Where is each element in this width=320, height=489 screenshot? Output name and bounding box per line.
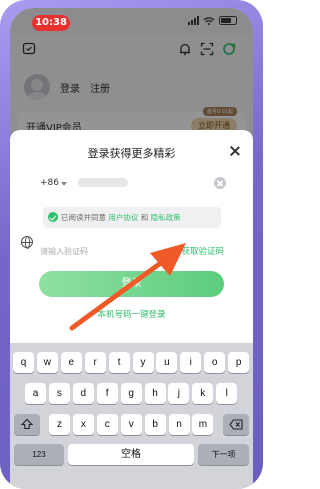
- clear-input-icon[interactable]: [214, 177, 226, 189]
- key-b[interactable]: b: [144, 414, 166, 435]
- next-key[interactable]: 下一项: [198, 444, 249, 465]
- agreement-notice: 已阅读并同意 用户协议 和 隐私政策: [43, 207, 221, 228]
- country-code-select[interactable]: +86: [40, 178, 59, 188]
- status-time: 10:38: [32, 15, 70, 31]
- key-n[interactable]: n: [168, 414, 190, 435]
- key-u[interactable]: u: [156, 352, 178, 373]
- key-j[interactable]: j: [168, 383, 190, 404]
- key-q[interactable]: q: [13, 352, 34, 373]
- shift-icon: [20, 418, 34, 430]
- check-circle-icon[interactable]: [48, 212, 58, 222]
- user-agreement-link[interactable]: 用户协议: [108, 213, 138, 222]
- login-modal: 登录获得更多精彩 +86 已阅读并同意 用户协议 和 隐私政策 获取验证码 登录…: [10, 130, 253, 489]
- get-code-button[interactable]: 获取验证码: [181, 245, 224, 257]
- privacy-policy-link[interactable]: 隐私政策: [151, 213, 181, 222]
- key-m[interactable]: m: [192, 414, 214, 435]
- verification-code-row: 获取验证码: [40, 243, 226, 261]
- key-v[interactable]: v: [120, 414, 142, 435]
- key-c[interactable]: c: [96, 414, 118, 435]
- modal-title: 登录获得更多精彩: [87, 147, 176, 160]
- key-i[interactable]: i: [180, 352, 202, 373]
- phone-number-field[interactable]: +86: [40, 175, 226, 195]
- signal-icon: [188, 16, 199, 25]
- key-g[interactable]: g: [120, 383, 142, 404]
- key-o[interactable]: o: [204, 352, 226, 373]
- globe-icon[interactable]: [21, 236, 33, 249]
- keyboard: qwertyuiop asdfghjkl zxcvbnm 123 空格 下一项: [10, 343, 253, 489]
- status-icons: [188, 16, 237, 25]
- close-icon[interactable]: [229, 145, 241, 157]
- chevron-down-icon: [61, 182, 67, 186]
- key-z[interactable]: z: [49, 414, 70, 435]
- key-e[interactable]: e: [60, 352, 82, 373]
- space-key[interactable]: 空格: [68, 444, 194, 465]
- phone-frame: 登录 注册 开通VIP会员 首月0.01起 立即开通 10:38 登录获得更多精…: [0, 0, 263, 489]
- battery-icon: [219, 16, 237, 25]
- key-x[interactable]: x: [72, 414, 94, 435]
- key-p[interactable]: p: [228, 352, 250, 373]
- key-d[interactable]: d: [72, 383, 94, 404]
- key-t[interactable]: t: [108, 352, 130, 373]
- agreement-prefix: 已阅读并同意: [61, 213, 106, 222]
- key-y[interactable]: y: [132, 352, 154, 373]
- numbers-key[interactable]: 123: [14, 444, 64, 465]
- login-button[interactable]: 登录: [39, 271, 224, 297]
- key-h[interactable]: h: [144, 383, 166, 404]
- verification-code-input[interactable]: [40, 243, 150, 259]
- backspace-key[interactable]: [223, 414, 249, 435]
- key-a[interactable]: a: [25, 383, 46, 404]
- key-s[interactable]: s: [48, 383, 70, 404]
- one-click-login-link[interactable]: 本机号码一键登录: [10, 308, 253, 320]
- phone-screen: 登录 注册 开通VIP会员 首月0.01起 立即开通 10:38 登录获得更多精…: [10, 8, 253, 489]
- key-k[interactable]: k: [192, 383, 214, 404]
- status-bar: 10:38: [10, 8, 253, 34]
- wifi-icon: [203, 16, 215, 25]
- key-f[interactable]: f: [96, 383, 118, 404]
- phone-number-value: [78, 178, 128, 187]
- shift-key[interactable]: [14, 414, 40, 435]
- agreement-and: 和: [140, 213, 149, 222]
- key-l[interactable]: l: [216, 383, 238, 404]
- backspace-icon: [229, 419, 243, 430]
- key-w[interactable]: w: [36, 352, 58, 373]
- key-r[interactable]: r: [84, 352, 106, 373]
